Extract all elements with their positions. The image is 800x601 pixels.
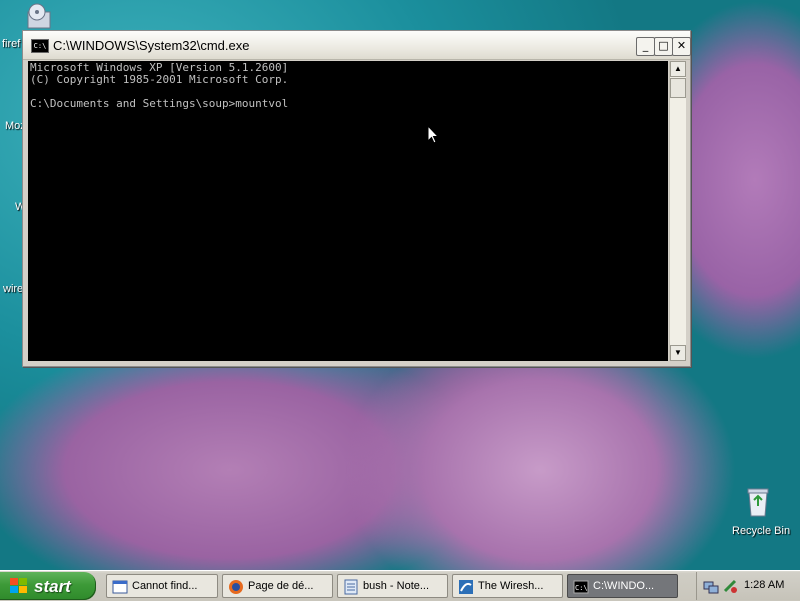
wireshark-icon [458,579,474,595]
taskbar-button[interactable]: Page de dé... [222,574,333,598]
taskbar-button-active[interactable]: C:\ C:\WINDO... [567,574,678,598]
taskbar-button-label: Page de dé... [248,580,314,592]
console-line: (C) Copyright 1985-2001 Microsoft Corp. [30,73,289,86]
error-dialog-icon [112,579,128,595]
clock[interactable]: 1:28 AM [744,579,784,591]
cmd-window[interactable]: C:\ C:\WINDOWS\System32\cmd.exe _ □ ✕ Mi… [22,30,691,367]
taskbar-button-label: bush - Note... [363,580,430,592]
firefox-icon [228,579,244,595]
taskbar: start Cannot find... Page de dé... bush … [0,570,800,601]
taskbar-button[interactable]: Cannot find... [106,574,218,598]
network-icon[interactable] [703,578,719,599]
svg-text:C:\: C:\ [575,584,588,592]
cmd-icon[interactable]: C:\ [31,39,49,53]
console-line: C:\Documents and Settings\soup>mountvol [30,97,289,110]
taskbar-button-label: Cannot find... [132,580,198,592]
taskbar-button-label: C:\WINDO... [593,580,655,592]
desktop-icon-label[interactable]: wire [3,283,23,295]
cd-drive-icon[interactable] [24,2,54,32]
scroll-thumb[interactable] [670,78,686,98]
vertical-scrollbar[interactable]: ▲ ▼ [669,61,686,361]
start-button[interactable]: start [0,572,96,600]
window-title: C:\WINDOWS\System32\cmd.exe [53,38,250,53]
notepad-icon [343,579,359,595]
close-button[interactable]: ✕ [672,37,691,56]
scroll-up-icon[interactable]: ▲ [670,61,686,77]
taskbar-button[interactable]: The Wiresh... [452,574,563,598]
cmd-icon: C:\ [573,579,589,595]
scroll-down-icon[interactable]: ▼ [670,345,686,361]
console-output[interactable]: Microsoft Windows XP [Version 5.1.2600] … [28,61,668,361]
safely-remove-hardware-icon[interactable] [722,578,738,599]
mouse-cursor-icon [427,124,440,150]
windows-logo-icon [10,578,28,599]
maximize-button[interactable]: □ [654,37,673,56]
minimize-button[interactable]: _ [636,37,655,56]
taskbar-button-label: The Wiresh... [478,580,544,592]
desktop-icon-label[interactable]: firef [2,38,20,50]
title-bar[interactable]: C:\ C:\WINDOWS\System32\cmd.exe _ □ ✕ [23,31,691,60]
recycle-bin-label[interactable]: Recycle Bin [732,525,790,537]
recycle-bin-icon[interactable] [743,486,773,518]
taskbar-button[interactable]: bush - Note... [337,574,448,598]
system-tray: 1:28 AM [696,572,800,600]
start-label: start [34,577,71,596]
